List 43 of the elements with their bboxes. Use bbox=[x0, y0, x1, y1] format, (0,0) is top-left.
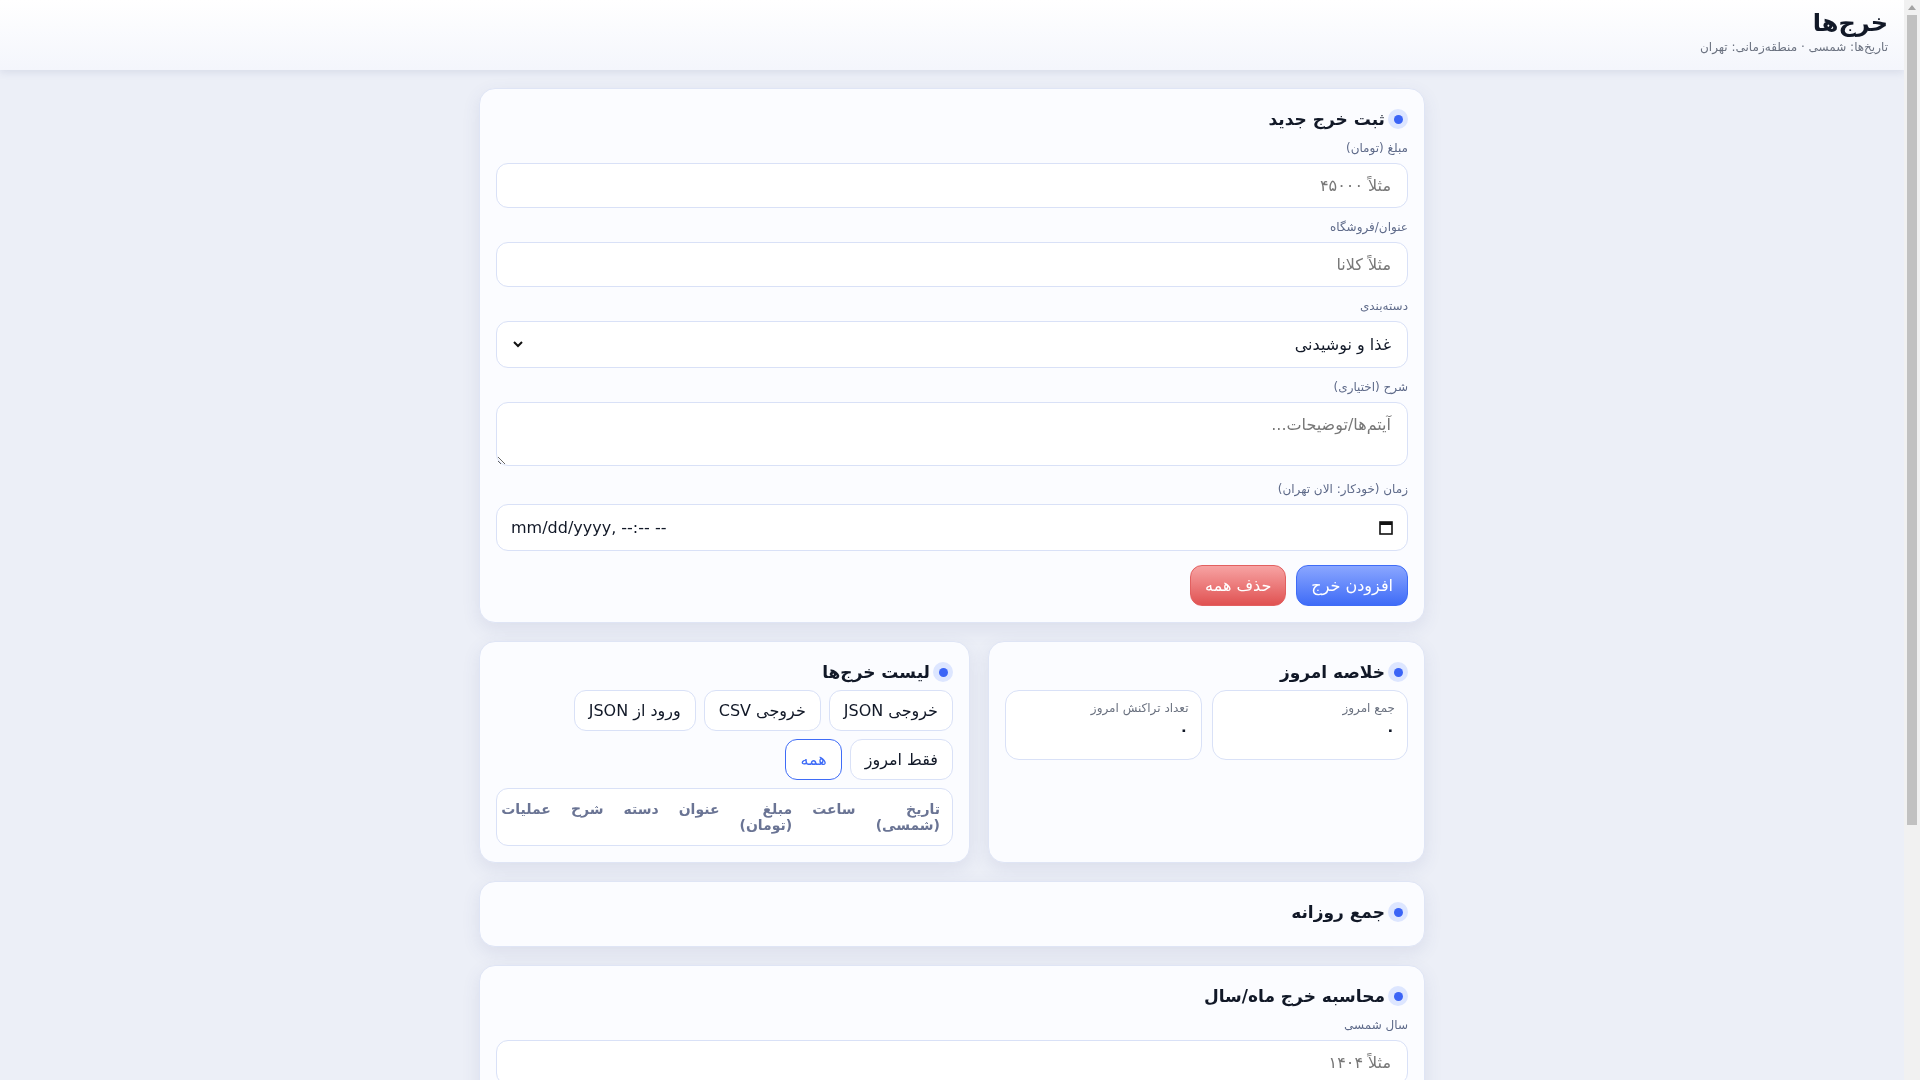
text-input-field[interactable]: مثلاً ۱۴۰۴ bbox=[496, 1040, 1408, 1080]
card-title: جمع روزانه bbox=[1291, 902, 1385, 922]
column-header: عنوان bbox=[677, 801, 721, 820]
dot-icon bbox=[1388, 662, 1408, 682]
text-input-field[interactable]: مثلاً ۴۵۰۰۰ bbox=[496, 163, 1408, 208]
dot-icon bbox=[1388, 109, 1408, 129]
field-label: دسته‌بندی bbox=[1359, 299, 1408, 313]
category-dropdown[interactable]: غذا و نوشیدنی bbox=[496, 321, 1408, 368]
stat-label: جمع امروز bbox=[1342, 701, 1395, 715]
textarea-field[interactable]: آیتم‌ها/توضیحات... bbox=[496, 402, 1408, 466]
dot-icon bbox=[1388, 986, 1408, 1006]
column-header: ساعت bbox=[811, 801, 857, 819]
column-header: مبلغ (تومان) bbox=[738, 801, 794, 833]
scrollbar[interactable] bbox=[1904, 0, 1920, 1080]
datetime-field[interactable]: mm/dd/yyyy, --:-- -- bbox=[496, 504, 1408, 551]
card-title: محاسبه خرج ماه/سال bbox=[1203, 986, 1385, 1006]
caret-icon bbox=[513, 341, 523, 348]
dot-icon bbox=[933, 662, 953, 682]
card-title: خلاصه امروز bbox=[1279, 662, 1385, 682]
column-header: عملیات bbox=[500, 801, 552, 819]
field-label: مبلغ (تومان) bbox=[1345, 141, 1408, 155]
page-subtitle: تاریخ‌ها: شمسی · منطقه‌زمانی: تهران bbox=[1700, 40, 1888, 54]
column-header: شرح bbox=[569, 801, 605, 820]
column-header: تاریخ (شمسی) bbox=[874, 801, 941, 833]
text-input-field[interactable]: مثلاً کلانا bbox=[496, 242, 1408, 287]
dot-icon bbox=[1388, 902, 1408, 922]
action-button[interactable]: ورود از JSON bbox=[573, 690, 696, 731]
filter-button[interactable]: همه bbox=[785, 739, 842, 780]
filter-button[interactable]: فقط امروز bbox=[849, 739, 953, 780]
action-button[interactable]: خروجی JSON bbox=[828, 690, 953, 731]
field-label: سال شمسی bbox=[1344, 1018, 1408, 1032]
card-title: ثبت خرج جدید bbox=[1268, 109, 1385, 129]
stat-value: ۰ bbox=[1385, 721, 1395, 739]
calendar-icon bbox=[1379, 520, 1393, 535]
field-label: زمان (خودکار: الان تهران) bbox=[1277, 482, 1408, 496]
action-button[interactable]: خروجی CSV bbox=[703, 690, 821, 731]
column-header: دسته bbox=[622, 801, 660, 819]
stat-label: تعداد تراکنش امروز bbox=[1090, 701, 1189, 715]
page-title: خرج‌ها bbox=[1812, 8, 1888, 38]
field-label: عنوان/فروشگاه bbox=[1330, 220, 1408, 234]
field-label: شرح (اختیاری) bbox=[1333, 380, 1408, 394]
stat-value: ۰ bbox=[1179, 721, 1189, 739]
card-title: لیست خرج‌ها bbox=[822, 662, 930, 682]
